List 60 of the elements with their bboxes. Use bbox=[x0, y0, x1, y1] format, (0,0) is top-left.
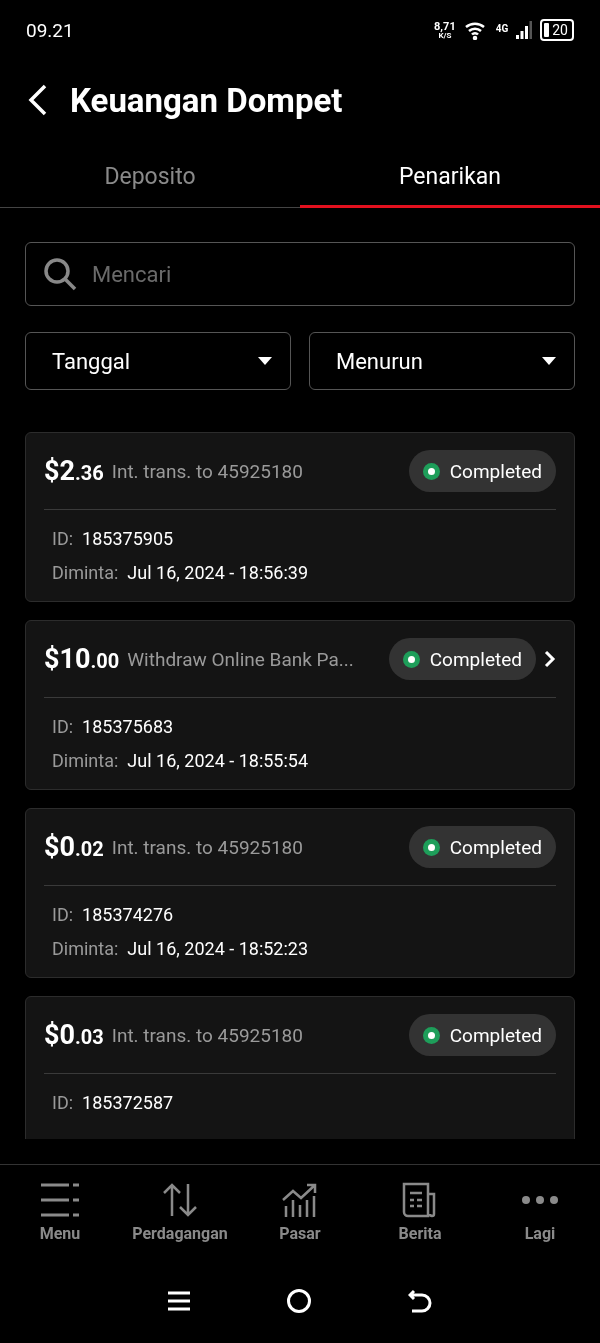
status-badge: Completed bbox=[408, 826, 556, 868]
requested-date: Jul 16, 2024 - 18:56:39 bbox=[127, 561, 309, 583]
requested-label: Diminta: bbox=[52, 749, 119, 771]
transaction-card[interactable]: $0.03 Int. trans. to 45925180 Completed ID: 185372587 bbox=[25, 996, 575, 1139]
status-badge: Completed bbox=[388, 638, 536, 680]
id-label: ID: bbox=[52, 903, 74, 925]
amount: $2.36 bbox=[44, 455, 104, 487]
recent-apps-icon[interactable] bbox=[168, 1290, 190, 1312]
chevron-icon[interactable] bbox=[544, 650, 556, 668]
signal-icon bbox=[516, 21, 533, 39]
transaction-description: Int. trans. to 45925180 bbox=[111, 459, 304, 483]
network-speed: 8,71 bbox=[434, 20, 456, 32]
speed-unit: K/S bbox=[438, 31, 452, 40]
home-icon[interactable] bbox=[286, 1288, 312, 1314]
amount: $0.02 bbox=[44, 831, 104, 863]
transaction-id: 185372587 bbox=[82, 1091, 174, 1113]
nav-item[interactable]: Berita bbox=[398, 1224, 442, 1243]
dropdown[interactable]: Tanggal bbox=[25, 332, 291, 390]
up-down-arrows-icon bbox=[162, 1182, 198, 1218]
back-icon[interactable] bbox=[28, 84, 48, 116]
search-icon bbox=[43, 257, 77, 291]
requested-date: Jul 16, 2024 - 18:55:54 bbox=[127, 749, 309, 771]
menu-icon bbox=[41, 1182, 79, 1218]
id-label: ID: bbox=[52, 715, 74, 737]
id-label: ID: bbox=[52, 1091, 74, 1113]
nav-item[interactable]: Perdagangan bbox=[132, 1224, 228, 1243]
caret-icon bbox=[542, 357, 556, 365]
nav-item[interactable]: Lagi bbox=[524, 1224, 556, 1243]
transaction-id: 185375683 bbox=[82, 715, 174, 737]
more-icon bbox=[521, 1195, 559, 1205]
battery-indicator: 20 bbox=[540, 19, 574, 41]
requested-label: Diminta: bbox=[52, 937, 119, 959]
nav-item[interactable]: Menu bbox=[39, 1224, 81, 1243]
clock: 09.21 bbox=[26, 18, 74, 42]
transaction-id: 185375905 bbox=[82, 527, 174, 549]
transaction-description: Int. trans. to 45925180 bbox=[111, 835, 304, 859]
back-icon[interactable] bbox=[408, 1289, 432, 1313]
transaction-id: 185374276 bbox=[82, 903, 174, 925]
transaction-card[interactable]: $10.00 Withdraw Online Bank Pa... Completed ID: 185375683 Diminta: Jul 16, 2024 - 18:55:54 bbox=[25, 620, 575, 790]
status-badge: Completed bbox=[408, 1014, 556, 1056]
amount: $10.00 bbox=[44, 643, 120, 675]
nav-item[interactable]: Pasar bbox=[279, 1224, 321, 1243]
tab[interactable]: Deposito bbox=[0, 148, 300, 208]
transaction-card[interactable]: $0.02 Int. trans. to 45925180 Completed ID: 185374276 Diminta: Jul 16, 2024 - 18:52:23 bbox=[25, 808, 575, 978]
transaction-description: Withdraw Online Bank Pa... bbox=[127, 647, 355, 671]
requested-label: Diminta: bbox=[52, 561, 119, 583]
id-label: ID: bbox=[52, 527, 74, 549]
search-field[interactable]: Mencari bbox=[25, 242, 575, 306]
requested-date: Jul 16, 2024 - 18:52:23 bbox=[127, 937, 309, 959]
status-badge: Completed bbox=[408, 450, 556, 492]
chart-icon bbox=[282, 1182, 318, 1218]
transaction-card[interactable]: $2.36 Int. trans. to 45925180 Completed ID: 185375905 Diminta: Jul 16, 2024 - 18:56:39 bbox=[25, 432, 575, 602]
newspaper-icon bbox=[402, 1182, 438, 1218]
page-title: Keuangan Dompet bbox=[70, 80, 343, 120]
tab[interactable]: Penarikan bbox=[300, 148, 600, 208]
network-type: 4G bbox=[495, 23, 509, 34]
caret-icon bbox=[258, 357, 272, 365]
dropdown[interactable]: Menurun bbox=[309, 332, 575, 390]
transaction-description: Int. trans. to 45925180 bbox=[111, 1023, 304, 1047]
amount: $0.03 bbox=[44, 1019, 104, 1051]
